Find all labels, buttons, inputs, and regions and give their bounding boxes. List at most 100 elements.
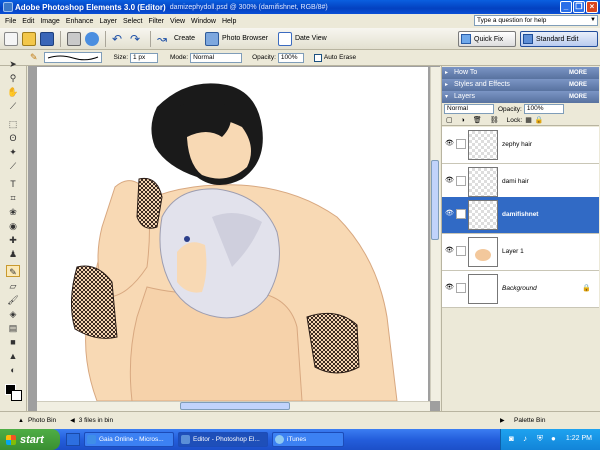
styles-more-button[interactable]: MORE <box>569 79 587 91</box>
crop-tool-icon[interactable]: ⌗ <box>6 192 20 204</box>
opacity-input[interactable]: 100% <box>277 52 304 63</box>
menu-layer[interactable]: Layer <box>96 18 120 25</box>
palette-layers-header[interactable]: ▾ Layers MORE <box>442 91 599 103</box>
howto-more-button[interactable]: MORE <box>569 67 587 79</box>
eye-icon[interactable]: 👁 <box>445 284 454 291</box>
lock-all-icon[interactable]: 🔒 <box>535 116 544 124</box>
lock-transparency-icon[interactable]: ▦ <box>525 116 532 124</box>
horizontal-scroll-thumb[interactable] <box>180 402 290 410</box>
menu-enhance[interactable]: Enhance <box>63 18 97 25</box>
healing-brush-tool-icon[interactable]: ✚ <box>6 234 20 246</box>
link-layers-icon[interactable]: ⛓ <box>490 116 499 124</box>
clone-stamp-tool-icon[interactable]: ♟ <box>6 248 20 260</box>
layer-row-background[interactable]: 👁 Background 🔒 <box>442 271 599 308</box>
paint-bucket-tool-icon[interactable]: ◈ <box>6 308 20 320</box>
layer-row-layer-1[interactable]: 👁 Layer 1 <box>442 234 599 271</box>
start-button[interactable]: start <box>0 429 60 450</box>
network-icon[interactable]: ◙ <box>509 434 514 443</box>
shape-tool-icon[interactable]: ■ <box>6 336 20 348</box>
blur-tool-icon[interactable]: ▲ <box>6 350 20 362</box>
sponge-tool-icon[interactable]: ◐ <box>6 364 20 376</box>
move-tool-icon[interactable]: ➤ <box>6 58 20 70</box>
layer-opacity-input[interactable]: 100% <box>523 104 564 114</box>
blend-mode-select[interactable]: Normal <box>444 104 494 114</box>
eyedropper-tool-icon[interactable]: ⟋ <box>6 100 20 112</box>
delete-layer-icon[interactable]: 🗑 <box>473 116 482 124</box>
brush-tool-icon[interactable]: 🖌 <box>6 294 20 306</box>
layer-link-box[interactable] <box>456 283 466 293</box>
layer-row-damifishnet[interactable]: 👁 damifishnet <box>442 197 599 234</box>
quick-fix-button[interactable]: Quick Fix <box>458 31 516 47</box>
task-itunes[interactable]: iTunes <box>272 432 344 447</box>
eye-icon[interactable]: 👁 <box>445 140 454 147</box>
eye-icon[interactable]: 👁 <box>445 210 454 217</box>
chevron-right-icon[interactable]: ▶ <box>500 417 505 424</box>
vertical-scroll-thumb[interactable] <box>431 160 439 240</box>
menu-view[interactable]: View <box>167 18 188 25</box>
eye-icon[interactable]: 👁 <box>445 247 454 254</box>
selection-brush-tool-icon[interactable]: ⟋ <box>6 160 20 172</box>
photo-bin-toggle[interactable]: Photo Bin <box>28 417 56 424</box>
layer-row-dami-hair[interactable]: 👁 dami hair <box>442 164 599 201</box>
help-search-input[interactable]: Type a question for help ▼ <box>474 15 598 26</box>
quick-launch-ie-icon[interactable] <box>66 433 80 446</box>
chevron-down-icon[interactable]: ▼ <box>590 16 596 25</box>
gradient-tool-icon[interactable]: ▤ <box>6 322 20 334</box>
menu-filter[interactable]: Filter <box>145 18 167 25</box>
email-icon[interactable] <box>85 31 99 46</box>
calendar-icon[interactable] <box>277 31 292 46</box>
menu-file[interactable]: File <box>2 18 19 25</box>
chevron-up-icon[interactable]: ▲ <box>18 418 24 424</box>
cookie-cutter-tool-icon[interactable]: ❀ <box>6 206 20 218</box>
undo-icon[interactable]: ↶ <box>112 32 126 46</box>
type-tool-icon[interactable]: T <box>6 178 20 190</box>
restore-button[interactable]: ❐ <box>573 1 585 13</box>
hand-tool-icon[interactable]: ✋ <box>6 86 20 98</box>
eye-icon[interactable]: 👁 <box>445 177 454 184</box>
red-eye-tool-icon[interactable]: ◉ <box>6 220 20 232</box>
task-photoshop-editor[interactable]: Editor - Photoshop El... <box>178 432 268 447</box>
magic-wand-tool-icon[interactable]: ✦ <box>6 146 20 158</box>
zoom-tool-icon[interactable]: ⚲ <box>6 72 20 84</box>
redo-icon[interactable]: ↷ <box>130 32 144 46</box>
layer-link-box[interactable] <box>456 176 466 186</box>
lasso-tool-icon[interactable]: ʘ <box>6 132 20 144</box>
layers-more-button[interactable]: MORE <box>569 91 587 103</box>
open-folder-icon[interactable] <box>22 31 36 46</box>
photo-browser-icon[interactable] <box>205 31 220 46</box>
new-layer-icon[interactable]: ▢ <box>446 116 453 124</box>
menu-help[interactable]: Help <box>219 18 239 25</box>
menu-image[interactable]: Image <box>37 18 62 25</box>
palette-bin-toggle[interactable]: Palette Bin <box>514 417 545 424</box>
new-file-icon[interactable] <box>4 31 18 46</box>
close-button[interactable]: × <box>586 1 598 13</box>
marquee-tool-icon[interactable]: ⬚ <box>6 118 20 130</box>
create-icon[interactable]: ↝ <box>157 32 171 46</box>
size-input[interactable]: 1 px <box>130 52 158 63</box>
layer-row-zephy-hair[interactable]: 👁 zephy hair <box>442 127 599 164</box>
chevron-left-icon[interactable]: ◀ <box>70 417 75 424</box>
brush-preset-picker[interactable] <box>43 52 102 63</box>
adjustment-layer-icon[interactable]: ◑ <box>461 117 465 124</box>
print-icon[interactable] <box>67 31 81 46</box>
tray-app-icon[interactable]: ● <box>551 434 556 443</box>
menu-window[interactable]: Window <box>188 18 219 25</box>
eraser-tool-icon[interactable]: ▱ <box>6 280 20 292</box>
create-button[interactable]: Create <box>174 35 195 42</box>
task-gaia-online[interactable]: Gaia Online - Micros... <box>84 432 174 447</box>
photo-browser-button[interactable]: Photo Browser <box>222 35 268 42</box>
save-icon[interactable] <box>40 31 54 46</box>
standard-edit-button[interactable]: Standard Edit <box>520 31 598 47</box>
menu-edit[interactable]: Edit <box>19 18 37 25</box>
minimize-button[interactable]: _ <box>560 1 572 13</box>
shield-icon[interactable]: ⛨ <box>537 434 543 444</box>
menu-select[interactable]: Select <box>120 18 145 25</box>
pencil-tool-button[interactable]: ✎ <box>6 265 20 277</box>
brush-active-icon[interactable] <box>456 209 466 219</box>
volume-icon[interactable]: ♪ <box>523 434 527 443</box>
image-canvas[interactable] <box>37 67 428 401</box>
palette-howto-header[interactable]: ▸ How To MORE <box>442 67 599 79</box>
background-color-swatch[interactable] <box>11 390 22 401</box>
auto-erase-checkbox[interactable] <box>313 53 322 62</box>
layer-link-box[interactable] <box>456 246 466 256</box>
